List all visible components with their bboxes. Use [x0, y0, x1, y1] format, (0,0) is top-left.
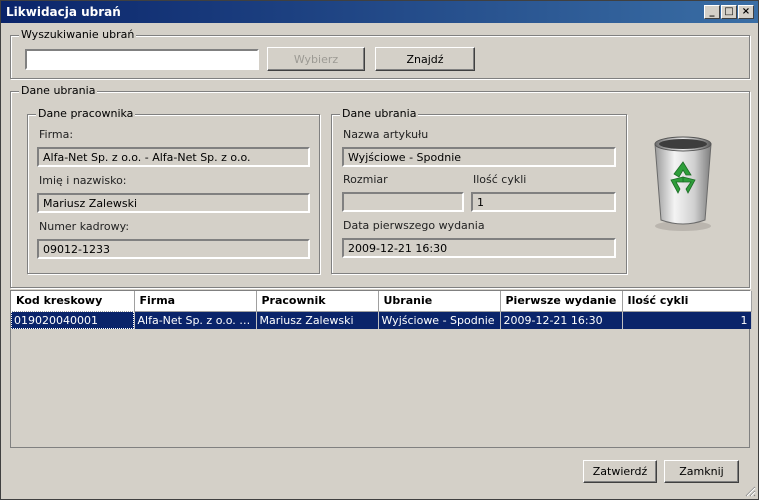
cycles-label: Ilość cykli — [473, 173, 527, 186]
cell-barcode[interactable]: 019020040001 — [11, 311, 135, 329]
window: Likwidacja ubrań _ □ × Wyszukiwanie ubra… — [0, 0, 759, 500]
first-issue-label: Data pierwszego wydania — [343, 219, 485, 232]
cycles-field: 1 — [471, 192, 616, 212]
column-header-clothing[interactable]: Ubranie — [378, 291, 501, 312]
column-header-cycles[interactable]: Ilość cykli — [622, 291, 752, 312]
employee-data-group: Dane pracownika Firma: Alfa-Net Sp. z o.… — [27, 107, 320, 274]
column-header-first-issue[interactable]: Pierwsze wydanie — [500, 291, 623, 312]
cell-clothing[interactable]: Wyjściowe - Spodnie — [378, 311, 501, 329]
close-button[interactable]: × — [738, 5, 754, 19]
employee-data-legend: Dane pracownika — [36, 107, 136, 120]
size-field — [342, 192, 464, 212]
search-group: Wyszukiwanie ubrań Wybierz Znajdź — [10, 28, 750, 79]
recycle-bin-icon — [647, 132, 719, 232]
clothing-data-group: Dane ubrania Nazwa artykułu Wyjściowe - … — [331, 107, 627, 274]
title-bar[interactable]: Likwidacja ubrań _ □ × — [1, 1, 758, 23]
employee-number-field: 09012-1233 — [37, 239, 310, 259]
clothing-details-legend: Dane ubrania — [19, 84, 98, 97]
confirm-button[interactable]: Zatwierdź — [583, 460, 657, 483]
choose-button[interactable]: Wybierz — [267, 47, 365, 71]
column-header-employee[interactable]: Pracownik — [256, 291, 379, 312]
employee-number-label: Numer kadrowy: — [39, 220, 130, 233]
first-issue-field: 2009-12-21 16:30 — [342, 238, 616, 258]
table-row[interactable]: 019020040001 Alfa-Net Sp. z o.o. - Alfa-… — [11, 311, 752, 329]
search-input[interactable] — [25, 49, 259, 70]
full-name-field: Mariusz Zalewski — [37, 193, 310, 213]
cell-company[interactable]: Alfa-Net Sp. z o.o. - Alfa-Net Sp. z o.o… — [134, 311, 257, 329]
cell-employee[interactable]: Mariusz Zalewski — [256, 311, 379, 329]
clothing-data-legend: Dane ubrania — [340, 107, 419, 120]
column-header-barcode[interactable]: Kod kreskowy — [11, 291, 135, 312]
cell-cycles[interactable]: 1 — [622, 311, 752, 329]
cell-first-issue[interactable]: 2009-12-21 16:30 — [500, 311, 623, 329]
clothing-details-group: Dane ubrania Dane pracownika Firma: Alfa… — [10, 84, 750, 288]
company-field: Alfa-Net Sp. z o.o. - Alfa-Net Sp. z o.o… — [37, 147, 310, 167]
search-group-legend: Wyszukiwanie ubrań — [19, 28, 137, 41]
grid-header-row: Kod kreskowy Firma Pracownik Ubranie Pie… — [11, 291, 752, 312]
window-title: Likwidacja ubrań — [6, 5, 121, 19]
column-header-company[interactable]: Firma — [134, 291, 257, 312]
size-label: Rozmiar — [343, 173, 388, 186]
article-name-field: Wyjściowe - Spodnie — [342, 147, 616, 167]
find-button[interactable]: Znajdź — [375, 47, 475, 71]
clothing-grid[interactable]: Kod kreskowy Firma Pracownik Ubranie Pie… — [10, 290, 752, 448]
close-dialog-button[interactable]: Zamknij — [664, 460, 739, 483]
article-name-label: Nazwa artykułu — [343, 128, 429, 141]
company-label: Firma: — [39, 128, 74, 141]
minimize-button[interactable]: _ — [704, 5, 720, 19]
full-name-label: Imię i nazwisko: — [39, 174, 127, 187]
resize-grip-icon[interactable] — [744, 485, 756, 497]
maximize-button[interactable]: □ — [721, 5, 737, 19]
